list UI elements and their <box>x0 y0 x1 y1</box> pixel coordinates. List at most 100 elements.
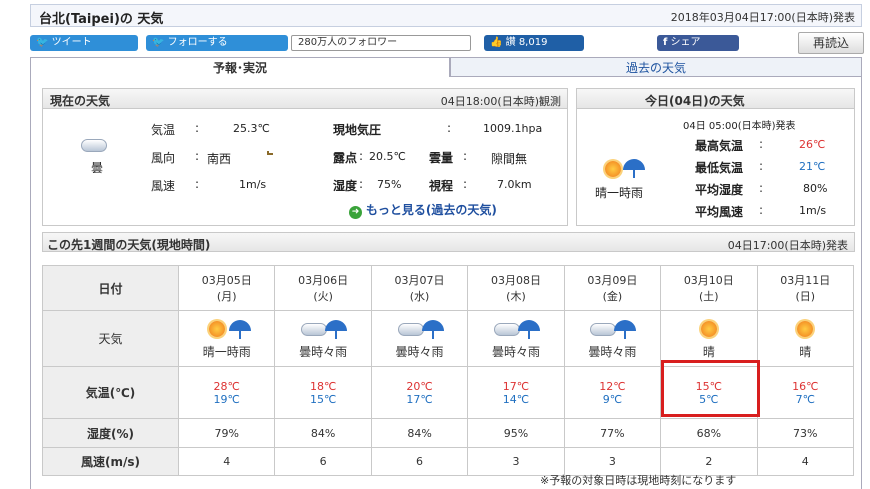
day-wind: 4 <box>223 455 231 468</box>
more-link[interactable]: ➜ もっと見る(過去の天気) <box>349 201 497 219</box>
row-label-humidity: 湿度(%) <box>42 418 179 448</box>
day-dow: (火) <box>313 290 333 303</box>
temp-cell: 16℃ 7℃ <box>756 366 855 419</box>
more-link-label: もっと見る(過去の天気) <box>365 203 497 217</box>
cloud-rain-icon <box>488 318 544 340</box>
row-humidity: 湿度(%) 79% 84% 84% 95% 77% 68% 73% <box>42 418 855 448</box>
cloud-icon <box>79 137 135 159</box>
sun-rain-icon <box>199 318 255 340</box>
highlight-box <box>661 360 760 417</box>
date-cell: 03月08日 (木) <box>467 265 565 311</box>
reload-button[interactable]: 再読込 <box>798 32 864 54</box>
day-dow: (日) <box>795 290 816 303</box>
current-weather-header: 現在の天気 04日18:00(日本時)観測 <box>43 89 567 109</box>
follow-button[interactable]: 🐦 フォローする <box>146 35 288 51</box>
day-date: 03月08日 <box>490 274 541 287</box>
current-weather-text: 曇 <box>91 161 104 175</box>
day-wind: 3 <box>608 455 616 468</box>
wind-cell: 6 <box>370 447 469 476</box>
wind-cell: 4 <box>177 447 276 476</box>
day-humidity: 79% <box>214 426 239 440</box>
row-label-wind: 風速(m/s) <box>42 447 179 476</box>
cloud-rain-icon <box>295 318 351 340</box>
day-low: 14℃ <box>502 392 530 406</box>
row-weather: 天気 晴一時雨 曇時々雨 曇時々雨 曇時々雨 曇時々雨 晴 晴 <box>42 310 855 367</box>
cloud-rain-icon <box>392 318 448 340</box>
day-date: 03月05日 <box>201 274 252 287</box>
hatena-count: 8,019 <box>518 37 548 48</box>
day-low: 15℃ <box>309 392 337 406</box>
day-low: 19℃ <box>213 392 240 406</box>
label-max-temp: 最高気温 <box>695 139 744 153</box>
date-cell: 03月11日 (日) <box>756 265 855 311</box>
day-date: 03月10日 <box>683 274 734 287</box>
today-weather-header: 今日(04日)の天気 <box>577 89 854 109</box>
arrow-circle-icon: ➜ <box>349 206 362 219</box>
value-humidity: 75% <box>377 178 402 191</box>
issued-time: 2018年03月04日17:00(日本時)発表 <box>670 11 855 24</box>
title-bar: 台北(Taipei)の 天気 2018年03月04日17:00(日本時)発表 <box>30 4 862 27</box>
humidity-cell: 79% <box>177 418 276 448</box>
today-issued-time: 04日 05:00(日本時)発表 <box>683 121 796 132</box>
day-weather: 晴 <box>702 344 715 359</box>
day-dow: (木) <box>506 290 526 303</box>
current-weather-title: 現在の天気 <box>50 94 111 108</box>
day-wind: 4 <box>801 455 809 468</box>
today-weather-title: 今日(04日)の天気 <box>645 94 745 108</box>
label-avg-wind: 平均風速 <box>695 205 744 219</box>
value-max-temp: 26℃ <box>799 138 826 151</box>
follower-count: 280万人のフォロワー <box>291 35 471 51</box>
temp-cell: 17℃ 14℃ <box>467 366 565 419</box>
twitter-bird-icon: 🐦 <box>36 37 49 48</box>
value-wind-speed: 1m/s <box>239 178 267 191</box>
hatena-bookmark-button[interactable]: 👍 讃 8,019 <box>484 35 584 51</box>
thumbs-up-icon: 👍 <box>490 37 503 48</box>
day-dow: (水) <box>409 290 430 303</box>
timezone-note: ※予報の対象日時は現地時刻になります <box>540 474 737 487</box>
day-high: 12℃ <box>599 379 626 393</box>
value-cloud-cover: 隙間無 <box>491 152 528 166</box>
current-weather-panel: 現在の天気 04日18:00(日本時)観測 曇 気温: 25.3℃ 現地気圧: … <box>42 88 568 226</box>
weather-cell: 曇時々雨 <box>274 310 372 367</box>
day-low: 17℃ <box>406 392 433 406</box>
day-weather: 晴一時雨 <box>202 344 251 359</box>
humidity-cell: 84% <box>370 418 469 448</box>
day-humidity: 84% <box>407 426 432 440</box>
weather-cell: 曇時々雨 <box>563 310 662 367</box>
date-cell: 03月05日 (月) <box>177 265 276 311</box>
day-wind: 6 <box>416 455 424 468</box>
tab-past-weather[interactable]: 過去の天気 <box>450 57 862 77</box>
day-humidity: 84% <box>310 426 336 440</box>
sun-icon <box>681 318 737 340</box>
humidity-cell: 84% <box>274 418 372 448</box>
facebook-share-button[interactable]: f シェア <box>657 35 739 51</box>
share-label: シェア <box>670 37 701 48</box>
wind-cell: 6 <box>274 447 372 476</box>
label-humidity: 湿度 <box>333 179 358 193</box>
week-issued-time: 04日17:00(日本時)発表 <box>727 239 848 252</box>
day-date: 03月07日 <box>394 274 445 287</box>
day-humidity: 73% <box>793 426 818 440</box>
value-pressure: 1009.1hpa <box>483 122 543 135</box>
label-temperature: 気温 <box>151 123 176 137</box>
week-forecast-header: この先1週間の天気(現地時間) 04日17:00(日本時)発表 <box>42 232 855 252</box>
sun-rain-icon <box>601 159 657 181</box>
tab-forecast[interactable]: 予報･実況 <box>30 57 450 77</box>
weather-cell: 曇時々雨 <box>370 310 469 367</box>
day-humidity: 95% <box>503 426 529 440</box>
day-date: 03月06日 <box>298 274 349 287</box>
value-temperature: 25.3℃ <box>233 122 270 135</box>
row-date: 日付 03月05日 (月) 03月06日 (火) 03月07日 (水) 03月08日 (木) 03… <box>42 265 855 311</box>
sun-icon <box>777 318 833 340</box>
tweet-button[interactable]: 🐦 ツイート <box>30 35 138 51</box>
day-date: 03月11日 <box>780 274 831 287</box>
label-wind-speed: 風速 <box>151 179 176 193</box>
row-label-weather: 天気 <box>42 310 179 367</box>
humidity-cell: 77% <box>563 418 662 448</box>
temp-cell: 12℃ 9℃ <box>563 366 662 419</box>
row-label-temp: 気温(℃) <box>42 366 179 419</box>
observed-time: 04日18:00(日本時)観測 <box>440 95 561 108</box>
label-dewpoint: 露点 <box>333 151 358 165</box>
label-pressure: 現地気圧 <box>333 123 382 137</box>
today-weather-panel: 今日(04日)の天気 04日 05:00(日本時)発表 晴一時雨 最高気温: 2… <box>576 88 855 226</box>
